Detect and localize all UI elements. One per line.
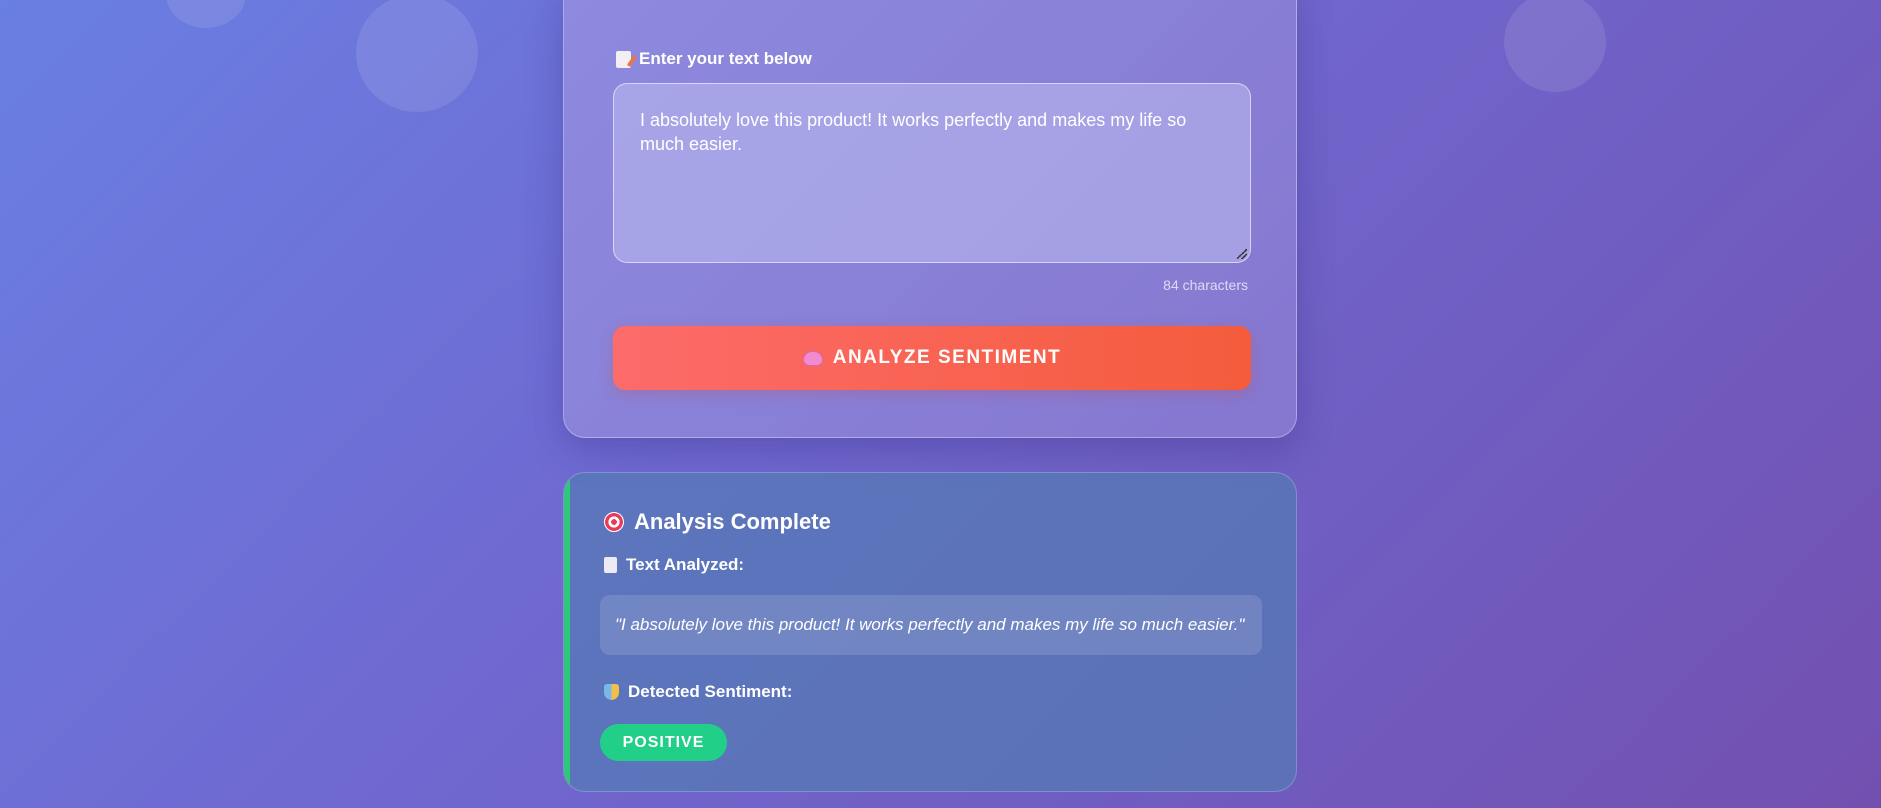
sentiment-badge: POSITIVE [600,724,727,761]
text-input-value: I absolutely love this product! It works… [640,110,1187,154]
decorative-bubble [356,0,478,112]
result-card: Analysis Complete Text Analyzed: "I abso… [563,472,1297,792]
masks-icon [604,684,619,700]
detected-sentiment-label: Detected Sentiment: [604,682,792,702]
analyzed-text-quote: "I absolutely love this product! It work… [600,595,1262,655]
detected-sentiment-label-text: Detected Sentiment: [628,682,793,701]
input-card: Enter your text below I absolutely love … [563,0,1297,438]
result-title: Analysis Complete [604,509,831,535]
analyze-sentiment-button[interactable]: ANALYZE SENTIMENT [613,326,1251,390]
target-icon [604,512,624,532]
result-title-text: Analysis Complete [634,509,831,534]
decorative-bubble [166,0,246,28]
input-label-text: Enter your text below [639,49,812,68]
brain-icon [802,350,823,366]
text-analyzed-label: Text Analyzed: [604,555,744,575]
text-analyzed-label-text: Text Analyzed: [626,555,745,574]
input-label: Enter your text below [616,49,812,69]
document-icon [604,557,617,573]
text-input[interactable]: I absolutely love this product! It works… [613,83,1251,263]
resize-handle[interactable] [1237,249,1247,259]
result-accent-bar [564,473,570,791]
analyze-button-label: ANALYZE SENTIMENT [832,347,1062,368]
decorative-bubble [1504,0,1606,92]
character-count: 84 characters [1163,277,1248,293]
memo-icon [616,50,631,68]
